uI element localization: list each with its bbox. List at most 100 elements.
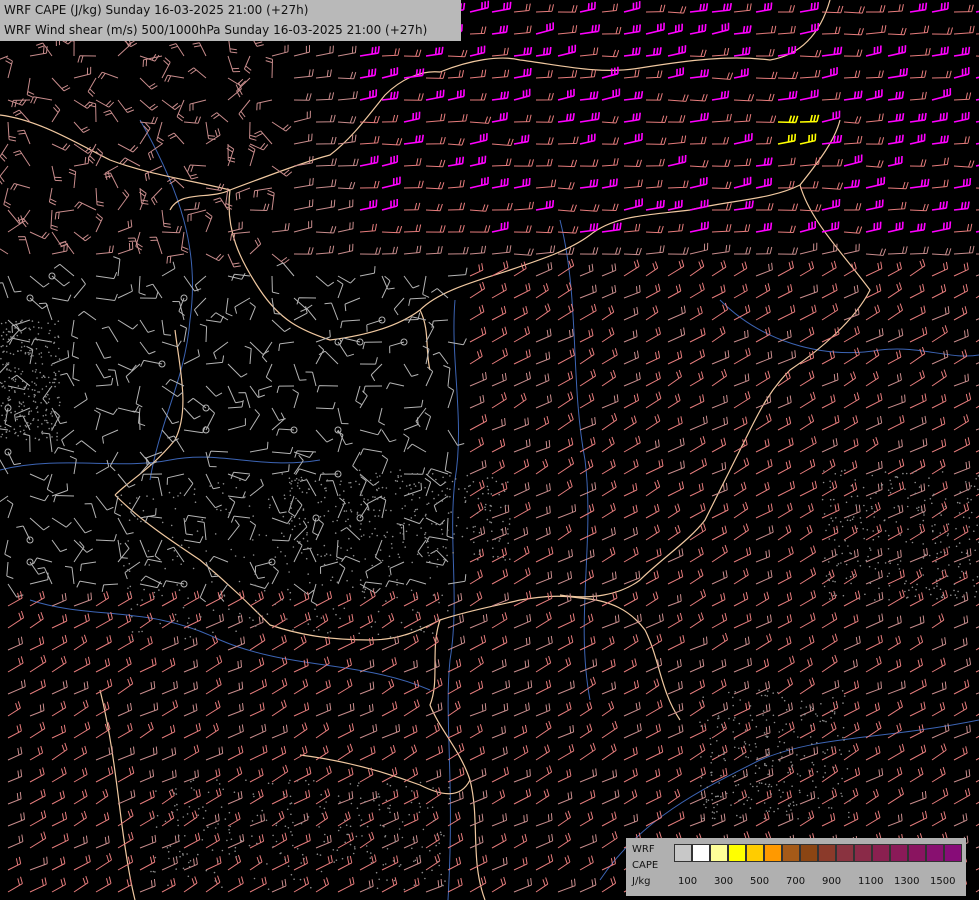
cape-stipple-dot: [29, 328, 32, 331]
cape-stipple-dot: [180, 544, 183, 546]
cape-stipple-dot: [50, 412, 52, 415]
cape-stipple-dot: [394, 493, 397, 495]
cape-stipple-dot: [128, 519, 131, 521]
cape-stipple-dot: [366, 825, 369, 828]
cape-stipple-dot: [385, 509, 387, 512]
cape-stipple-dot: [52, 381, 54, 384]
cape-stipple-dot: [16, 418, 18, 421]
cape-stipple-dot: [947, 533, 950, 535]
cape-stipple-dot: [368, 520, 371, 523]
cape-stipple-dot: [956, 501, 959, 504]
cape-stipple-dot: [466, 490, 468, 493]
cape-stipple-dot: [21, 409, 23, 411]
cape-stipple-dot: [292, 844, 294, 847]
cape-stipple-dot: [499, 538, 501, 540]
cape-stipple-dot: [12, 353, 15, 356]
cape-stipple-dot: [143, 588, 145, 591]
cape-stipple-dot: [780, 796, 782, 798]
cape-stipple-dot: [743, 803, 745, 805]
cape-stipple-dot: [409, 484, 411, 486]
cape-stipple-dot: [446, 495, 449, 498]
cape-stipple-dot: [844, 539, 846, 542]
cape-stipple-dot: [214, 880, 217, 882]
cape-stipple-dot: [825, 720, 827, 723]
cape-stipple-dot: [324, 833, 326, 836]
cape-stipple-dot: [396, 583, 398, 586]
cape-stipple-dot: [188, 866, 191, 868]
cape-stipple-dot: [316, 615, 318, 618]
cape-stipple-dot: [930, 593, 932, 596]
cape-stipple-dot: [253, 795, 255, 798]
cape-stipple-dot: [306, 534, 308, 536]
cape-stipple-dot: [957, 590, 959, 593]
legend-swatch: [674, 844, 692, 862]
cape-stipple-dot: [57, 417, 59, 420]
cape-stipple-dot: [348, 537, 350, 540]
legend-swatch: [926, 844, 944, 862]
cape-stipple-dot: [290, 507, 293, 509]
cape-stipple-dot: [749, 807, 752, 809]
cape-stipple-dot: [33, 393, 36, 396]
cape-stipple-dot: [7, 403, 9, 406]
cape-stipple-dot: [172, 619, 174, 622]
cape-stipple-dot: [34, 437, 37, 440]
cape-stipple-dot: [256, 814, 259, 817]
cape-stipple-dot: [869, 547, 871, 549]
cape-stipple-dot: [53, 381, 56, 384]
cape-stipple-dot: [378, 804, 380, 806]
cape-stipple-dot: [182, 816, 185, 818]
cape-stipple-dot: [939, 532, 942, 534]
cape-stipple-dot: [454, 478, 457, 480]
cape-stipple-dot: [50, 411, 53, 413]
cape-stipple-dot: [874, 599, 876, 601]
cape-stipple-dot: [291, 480, 293, 482]
cape-stipple-dot: [289, 490, 292, 492]
cape-stipple-dot: [396, 480, 399, 483]
cape-stipple-dot: [936, 552, 939, 555]
cape-stipple-dot: [754, 772, 757, 774]
cape-stipple-dot: [824, 772, 826, 774]
cape-stipple-dot: [136, 497, 138, 499]
cape-stipple-dot: [228, 511, 231, 514]
cape-stipple-dot: [714, 817, 716, 820]
cape-stipple-dot: [803, 755, 806, 757]
cape-stipple-dot: [58, 358, 61, 360]
cape-stipple-dot: [768, 751, 770, 754]
cape-stipple-dot: [763, 817, 766, 820]
cape-stipple-dot: [770, 785, 773, 788]
cape-stipple-dot: [714, 795, 717, 798]
cape-stipple-dot: [307, 488, 310, 490]
cape-stipple-dot: [397, 475, 399, 477]
cape-stipple-dot: [176, 620, 179, 622]
cape-stipple-dot: [744, 743, 747, 745]
legend-model: WRF: [632, 844, 655, 855]
cape-stipple-dot: [749, 705, 752, 707]
cape-stipple-dot: [859, 565, 862, 567]
cape-stipple-dot: [410, 589, 413, 592]
legend-swatch: [710, 844, 728, 862]
cape-stipple-dot: [316, 553, 319, 556]
cape-stipple-dot: [841, 690, 844, 692]
cape-stipple-dot: [935, 579, 938, 581]
cape-stipple-dot: [20, 373, 22, 375]
cape-stipple-dot: [786, 748, 788, 751]
cape-stipple-dot: [464, 500, 467, 502]
cape-stipple-dot: [389, 811, 391, 814]
cape-stipple-dot: [13, 336, 15, 338]
cape-stipple-dot: [359, 528, 362, 531]
cape-stipple-dot: [732, 791, 735, 794]
cape-stipple-dot: [484, 506, 486, 509]
cape-stipple-dot: [843, 739, 845, 741]
legend-swatch: [836, 844, 854, 862]
cape-stipple-dot: [777, 745, 779, 748]
cape-stipple-dot: [870, 505, 873, 508]
cape-stipple-dot: [404, 505, 406, 507]
cape-stipple-dot: [12, 386, 14, 388]
cape-stipple-dot: [940, 514, 942, 516]
cape-stipple-dot: [372, 588, 375, 590]
cape-stipple-dot: [944, 551, 946, 554]
cape-stipple-dot: [919, 531, 922, 534]
cape-stipple-dot: [31, 381, 33, 383]
cape-stipple-dot: [377, 633, 380, 636]
cape-stipple-dot: [766, 753, 769, 756]
